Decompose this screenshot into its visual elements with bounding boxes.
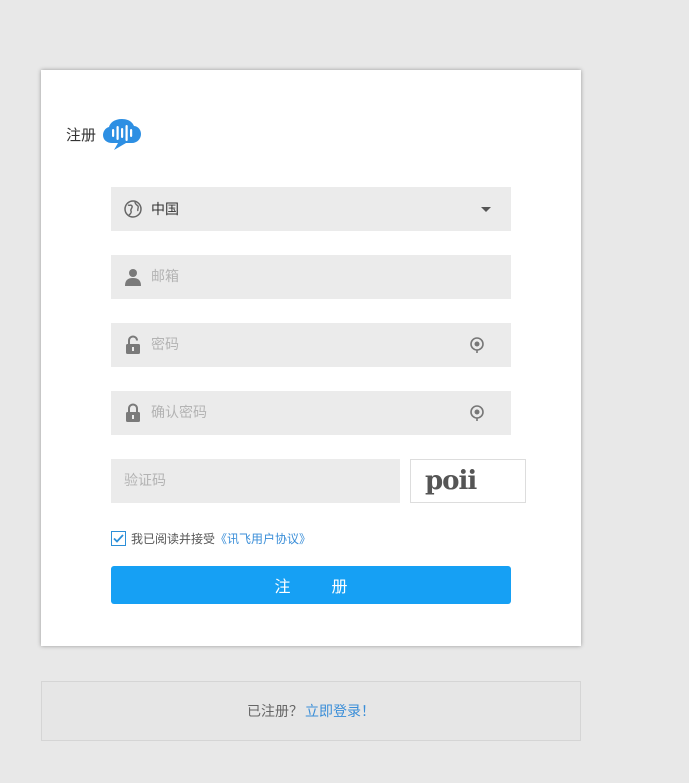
agreement-text: 我已阅读并接受 <box>131 532 216 546</box>
password-field-wrapper <box>111 323 511 367</box>
register-card: 注册 中国 邮箱 验证码 poii 我已阅读并接受 《讯飞用户协议》 注 册 <box>41 70 581 646</box>
country-value: 中国 <box>151 202 179 218</box>
login-prompt: 已注册？ 立即登录！ <box>41 681 581 741</box>
agreement-checkbox[interactable] <box>111 531 126 546</box>
captcha-text: poii <box>425 466 477 496</box>
email-field[interactable] <box>151 255 511 299</box>
globe-icon <box>124 199 142 219</box>
user-agreement-link[interactable]: 《讯飞用户协议》 <box>215 530 311 547</box>
register-button[interactable]: 注 册 <box>111 566 511 604</box>
chevron-down-icon[interactable] <box>481 206 491 212</box>
country-select[interactable]: 中国 <box>111 187 511 231</box>
login-link[interactable]: 立即登录！ <box>305 701 375 721</box>
captcha-image[interactable]: poii <box>410 459 526 503</box>
voice-cloud-logo-icon <box>103 119 142 150</box>
agreement-row: 我已阅读并接受 《讯飞用户协议》 <box>111 530 311 547</box>
password-field[interactable] <box>151 323 469 367</box>
lock-icon <box>124 403 142 423</box>
confirm-password-field-wrapper <box>111 391 511 435</box>
eye-toggle-icon[interactable] <box>469 336 485 354</box>
captcha-field-wrapper <box>111 458 400 504</box>
confirm-password-field[interactable] <box>151 391 469 435</box>
captcha-input[interactable] <box>111 458 400 504</box>
card-header: 注册 <box>66 117 142 151</box>
login-prompt-text: 已注册？ <box>247 704 303 720</box>
lock-icon <box>124 335 142 355</box>
eye-toggle-icon[interactable] <box>469 404 485 422</box>
page-title: 注册 <box>66 125 97 144</box>
checkmark-icon <box>113 534 124 543</box>
email-field-wrapper <box>111 255 511 299</box>
user-icon <box>124 267 142 287</box>
